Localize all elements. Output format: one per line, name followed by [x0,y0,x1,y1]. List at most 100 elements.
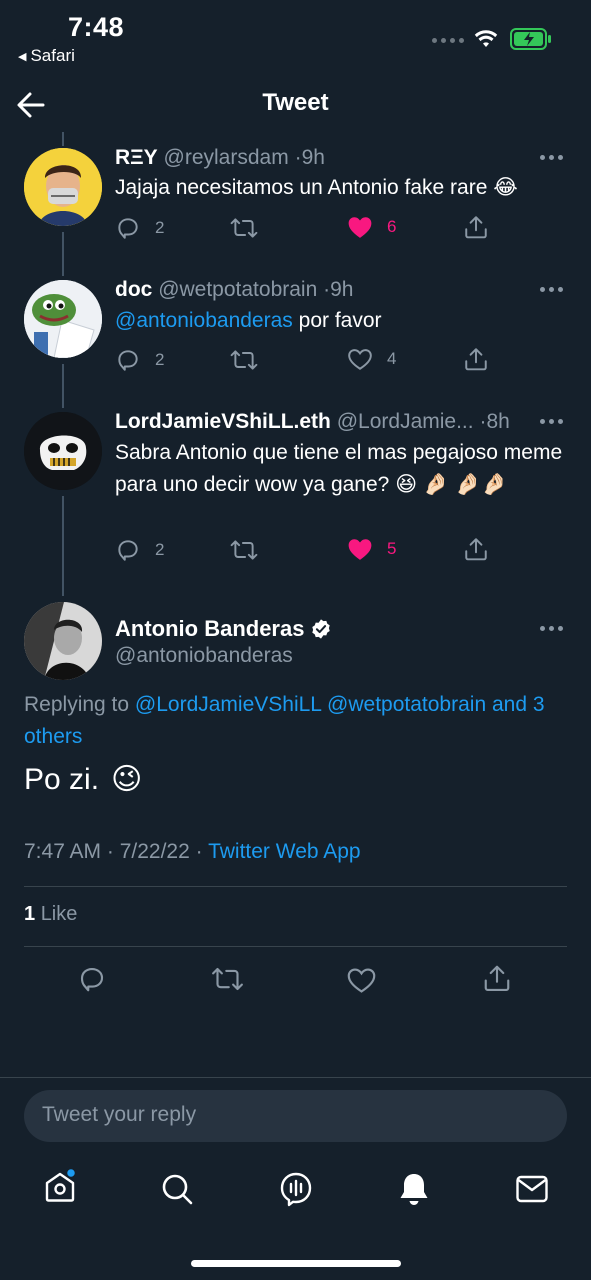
like-button[interactable]: 6 [347,215,396,239]
share-icon [484,965,510,991]
tweet-body: Po zi. [24,762,100,796]
reply-icon [118,540,138,561]
thread-line [62,496,64,596]
reply-icon [118,218,138,239]
tweet-text: Jajaja necesitamos un Antonio fake rare … [115,172,565,204]
like-button[interactable]: 5 [347,537,396,561]
author-handle[interactable]: @LordJamie... [337,410,474,433]
author-name[interactable]: doc [115,278,152,301]
tweet-text: Po zi. 😉 [24,762,142,797]
retweet-button[interactable] [230,215,258,241]
share-button[interactable] [463,346,489,372]
avatar[interactable] [24,602,102,680]
reply-button[interactable]: 2 [115,347,164,373]
battery-icon [510,28,552,50]
more-options-icon[interactable] [540,626,563,631]
retweet-button[interactable] [230,347,258,373]
replying-prefix: Replying to [24,693,130,716]
share-button[interactable] [463,214,489,240]
tweet-emoji: 😉 [111,763,143,796]
tweet-timestamp: 7:47 AM · 7/22/22 · [24,840,203,863]
tweet-body: Jajaja necesitamos un Antonio fake rare [115,176,488,199]
like-button[interactable] [346,966,377,994]
tweet-source-link[interactable]: Twitter Web App [208,840,361,863]
like-icon [348,539,372,560]
like-count: 4 [387,349,397,368]
more-options-icon[interactable] [540,155,563,160]
back-app-label: Safari [30,46,75,65]
likes-summary[interactable]: 1 Like [24,903,77,926]
author-handle[interactable]: @wetpotatobrain [158,278,317,301]
like-count: 5 [387,539,397,558]
divider [0,1077,591,1078]
like-icon [348,217,372,238]
back-to-app-link[interactable]: ◀ Safari [18,46,75,66]
retweet-icon [230,350,258,370]
avatar[interactable] [24,412,102,490]
tab-spaces[interactable] [278,1171,314,1207]
thread-line [62,364,64,408]
retweet-icon [230,540,258,560]
author-name[interactable]: Antonio Banderas [115,616,304,642]
author-name[interactable]: LordJamieVShiLL.eth [115,410,331,433]
divider [24,886,567,887]
author-handle[interactable]: @reylarsdam [164,146,289,169]
retweet-button[interactable] [230,537,258,563]
search-icon [162,1174,193,1205]
time-separator: · [294,146,302,169]
reply-icon [80,967,104,992]
divider [24,946,567,947]
reply-count: 2 [155,350,165,369]
tweet-body: por favor [298,309,382,332]
tab-messages[interactable] [515,1173,549,1205]
replying-to: Replying to @LordJamieVShiLL @wetpotatob… [24,689,569,753]
signal-icon [432,38,464,43]
share-icon [465,538,487,561]
spaces-icon [280,1172,312,1207]
retweet-button[interactable] [211,964,244,994]
retweet-icon [230,218,258,238]
share-icon [465,348,487,371]
tweet-emoji: 😆 🤌🏻 🤌🏻🤌🏻 [395,473,508,496]
author-handle[interactable]: @antoniobanderas [115,644,293,668]
tab-search[interactable] [160,1172,194,1206]
reply-count: 2 [155,218,165,237]
tweet-emoji: 😂 [493,176,518,199]
tab-home[interactable] [42,1168,78,1204]
author-name[interactable]: RΞY [115,146,158,169]
reply-button[interactable] [77,964,107,994]
main-author[interactable]: Antonio Banderas [115,616,332,642]
tweet-meta: 7:47 AM · 7/22/22 · Twitter Web App [24,840,361,864]
tweet-time: 8h [486,410,510,433]
thread-line [62,232,64,276]
share-button[interactable] [482,963,512,993]
like-icon [348,349,372,370]
verified-icon [312,619,331,639]
tweet-time: 9h [301,146,325,169]
tweet-header: doc @wetpotatobrain ·9h [115,278,353,302]
tab-notifications[interactable] [397,1171,431,1207]
tweet-text: @antoniobanderas por favor [115,305,565,337]
like-button[interactable]: 4 [347,347,396,371]
likes-count: 1 [24,903,36,925]
status-time: 7:48 [68,12,125,42]
back-triangle-icon: ◀ [18,50,27,63]
page-title: Tweet [262,89,329,116]
wifi-icon [474,29,498,49]
reply-placeholder: Tweet your reply [42,1103,197,1126]
messages-icon [516,1175,548,1203]
mention-link[interactable]: @antoniobanderas [115,309,293,332]
home-icon [45,1168,77,1202]
more-options-icon[interactable] [540,287,563,292]
more-options-icon[interactable] [540,419,563,424]
reply-icon [118,350,138,371]
tweet-text: Sabra Antonio que tiene el mas pegajoso … [115,437,565,501]
thread-line [62,132,64,146]
reply-button[interactable]: 2 [115,537,164,563]
reply-button[interactable]: 2 [115,215,164,241]
home-indicator[interactable] [191,1260,401,1267]
share-button[interactable] [463,536,489,562]
avatar[interactable] [24,148,102,226]
avatar[interactable] [24,280,102,358]
likes-label: Like [40,903,78,925]
